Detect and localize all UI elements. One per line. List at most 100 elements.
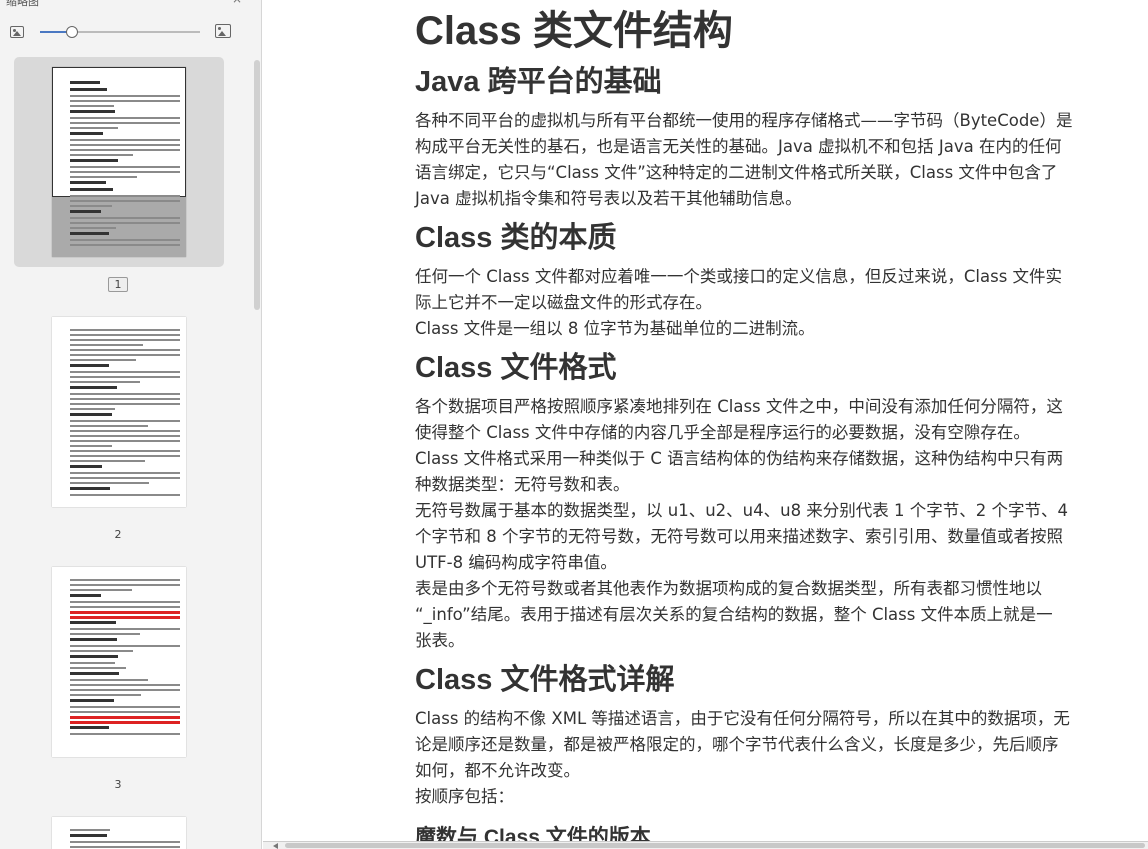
image-small-icon[interactable] (10, 26, 24, 38)
thumbnail-text-line (70, 334, 180, 336)
thumbnail-text-line (70, 706, 180, 708)
thumbnail-text-line (70, 359, 136, 361)
thumbnail-text-line (70, 465, 102, 468)
text-line: 表是由多个无符号数或者其他表作为数据项构成的复合数据类型，所有表都习惯性地以 (415, 579, 1042, 598)
thumbnail-text-line (70, 628, 180, 630)
thumbnail-text-line (70, 232, 109, 235)
section-paragraph: Class 的结构不像 XML 等描述语言，由于它没有任何分隔符号，所以在其中的… (415, 706, 1107, 810)
thumbnail-text-line (70, 339, 180, 341)
thumbnail-page-1[interactable] (14, 57, 224, 267)
thumbnail-text-line (70, 110, 115, 113)
thumbnail-text-line (70, 829, 110, 831)
thumbnail-text-line (70, 694, 141, 696)
thumbnail-text-line (70, 834, 107, 837)
section-heading: Class 类的本质 (415, 222, 617, 254)
thumbnail-image (52, 317, 186, 507)
thumbnail-zoom-bar (0, 18, 261, 46)
section-heading: Class 文件格式详解 (415, 664, 675, 696)
thumbnail-text-line (70, 846, 180, 848)
thumbnail-text-line (70, 621, 116, 624)
text-line: 如何，都不允许改变。 (415, 761, 580, 780)
thumbnail-text-line (70, 166, 180, 168)
page-title: Class 类文件结构 (415, 9, 733, 53)
slider-knob[interactable] (66, 26, 78, 38)
thumbnail-text-line (70, 841, 180, 843)
thumbnail-page-3[interactable] (14, 557, 224, 767)
thumbnail-text-line (70, 154, 133, 156)
text-line: 使得整个 Class 文件中存储的内容几乎全部是程序运行的必要数据，没有空隙存在… (415, 423, 1030, 442)
horizontal-scrollbar[interactable] (263, 841, 1148, 849)
thumbnail-text-line (70, 482, 149, 484)
thumbnail-text-line (70, 716, 180, 719)
thumbnail-text-line (70, 645, 180, 647)
thumbnail-text-line (70, 227, 116, 229)
section-heading: Class 文件格式 (415, 352, 617, 384)
thumbnail-text-line (70, 601, 180, 603)
thumbnail-text-line (70, 420, 180, 422)
image-large-icon[interactable] (215, 24, 231, 38)
thumbnail-text-line (70, 393, 180, 395)
thumbnail-text-line (70, 684, 180, 686)
thumbnail-text-line (70, 455, 180, 457)
thumbnail-text-line (70, 667, 126, 669)
thumbnail-text-line (70, 217, 180, 219)
thumbnail-text-line (70, 376, 180, 378)
thumbnail-zoom-slider[interactable] (40, 26, 200, 38)
thumbnail-page-number-3: 3 (114, 778, 122, 791)
thumbnail-text-line (70, 579, 180, 581)
close-icon[interactable]: × (232, 0, 242, 6)
thumbnail-text-line (70, 88, 107, 91)
thumbnail-text-line (70, 638, 117, 641)
thumbnail-image (52, 817, 186, 849)
thumbnail-page-4[interactable] (14, 807, 224, 849)
thumbnail-text-line (70, 662, 115, 664)
text-line: 论是顺序还是数量，都是被严格限定的，哪个字节代表什么含义，长度是多少，先后顺序 (415, 735, 1059, 754)
text-line: 种数据类型：无符号数和表。 (415, 475, 630, 494)
section-heading: Java 跨平台的基础 (415, 66, 662, 98)
thumbnail-text-line (70, 450, 180, 452)
thumbnail-text-line (70, 689, 180, 691)
thumbnail-text-line (70, 584, 180, 586)
scrollbar-thumb[interactable] (285, 843, 1145, 848)
text-line: 语言绑定，它只与“Class 文件”这种特定的二进制文件格式所关联，Class … (415, 163, 1058, 182)
sidebar-scrollbar[interactable] (254, 60, 260, 310)
thumbnail-text-line (70, 589, 132, 591)
thumbnail-sidebar: 缩略图 × 1 2 3 (0, 0, 262, 849)
text-line: 际上它并不一定以磁盘文件的形式存在。 (415, 293, 712, 312)
sidebar-header: 缩略图 × (0, 0, 261, 8)
text-line: Class 的结构不像 XML 等描述语言，由于它没有任何分隔符号，所以在其中的… (415, 709, 1070, 728)
thumbnail-text-line (70, 477, 180, 479)
thumbnail-text-line (70, 672, 119, 675)
thumbnail-text-line (70, 733, 180, 735)
thumbnail-text-line (70, 105, 114, 107)
thumbnail-text-line (70, 95, 180, 97)
thumbnail-text-line (70, 181, 106, 184)
thumbnail-text-line (70, 633, 140, 635)
thumbnail-text-line (70, 100, 180, 102)
thumbnail-image (52, 567, 186, 757)
thumbnail-text-line (70, 195, 180, 197)
text-line: Class 文件是一组以 8 位字节为基础单位的二进制流。 (415, 319, 815, 338)
thumbnail-text-line (70, 721, 180, 724)
thumbnail-text-line (70, 472, 180, 474)
thumbnail-text-line (70, 435, 180, 437)
thumbnail-text-line (70, 81, 100, 84)
section-paragraph: 任何一个 Class 文件都对应着唯一一个类或接口的定义信息，但反过来说，Cla… (415, 264, 1107, 342)
text-line: 个字节和 8 个字节的无符号数，无符号数可以用来描述数字、索引引用、数量值或者按… (415, 527, 1063, 546)
thumbnail-text-line (70, 364, 109, 367)
text-line: 各种不同平台的虚拟机与所有平台都统一使用的程序存储格式——字节码（ByteCod… (415, 111, 1073, 130)
thumbnail-text-line (70, 349, 180, 351)
thumbnail-text-line (70, 188, 113, 191)
thumbnail-text-line (70, 122, 180, 124)
thumbnail-text-line (70, 398, 180, 400)
text-line: “_info”结尾。表用于描述有层次关系的复合结构的数据，整个 Class 文件… (415, 605, 1053, 624)
thumbnail-page-number-2: 2 (114, 528, 122, 541)
thumbnail-text-line (70, 210, 101, 213)
thumbnail-text-line (70, 616, 180, 619)
thumbnail-text-line (70, 413, 112, 416)
scroll-left-icon[interactable] (273, 843, 278, 849)
thumbnail-text-line (70, 139, 180, 141)
thumbnail-text-line (70, 127, 118, 129)
thumbnail-text-line (70, 244, 180, 246)
thumbnail-page-2[interactable] (14, 307, 224, 517)
